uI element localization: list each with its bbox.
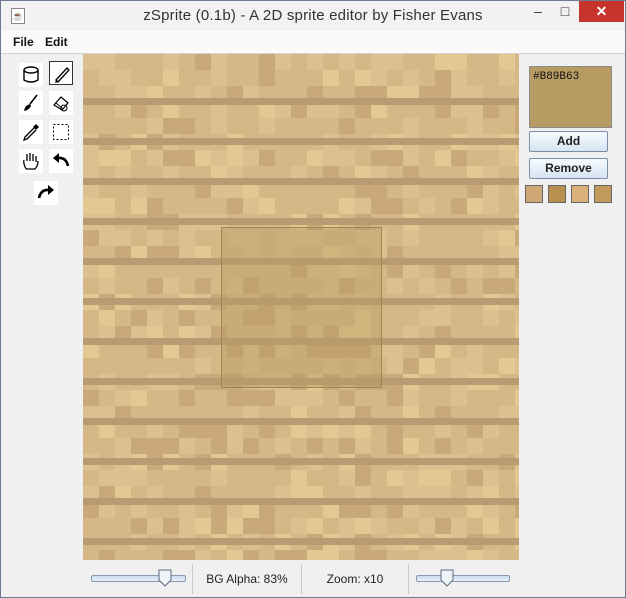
current-color-preview[interactable]: #B89B63	[529, 66, 612, 128]
pan-hand-icon	[23, 153, 39, 170]
status-bar: BG Alpha: 83% Zoom: x10	[1, 560, 625, 597]
undo-tool[interactable]	[49, 149, 73, 173]
zoom-slider[interactable]	[416, 569, 510, 589]
fill-bucket-icon	[23, 66, 39, 83]
sprite-canvas[interactable]	[83, 54, 519, 560]
menu-bar: File Edit	[1, 31, 625, 54]
color-panel: #B89B63 Add Remove	[519, 54, 625, 560]
eraser-icon	[53, 96, 69, 112]
close-button[interactable]: ✕	[579, 1, 624, 22]
selection-icon	[53, 124, 69, 140]
minimize-button[interactable]: –	[525, 1, 551, 22]
eraser-tool[interactable]	[49, 91, 73, 115]
toolbox	[9, 56, 83, 561]
fill-bucket-tool[interactable]	[19, 63, 43, 87]
selection-tool[interactable]	[49, 120, 73, 144]
pan-hand-tool[interactable]	[19, 149, 43, 173]
brush-tool[interactable]	[19, 91, 43, 115]
undo-icon	[53, 153, 70, 167]
wood-plank-texture	[83, 54, 519, 560]
palette-swatch[interactable]	[525, 185, 543, 203]
brush-icon	[24, 94, 38, 111]
palette-swatch[interactable]	[548, 185, 566, 203]
selection-region	[221, 227, 381, 387]
current-color-hex: #B89B63	[533, 71, 580, 83]
zoom-slider-thumb[interactable]	[440, 569, 454, 587]
eyedropper-icon	[22, 124, 39, 142]
bg-alpha-label: BG Alpha: 83%	[192, 564, 302, 594]
add-color-button[interactable]: Add	[529, 131, 608, 152]
redo-tool[interactable]	[34, 181, 58, 205]
bg-alpha-slider[interactable]	[91, 569, 186, 589]
zoom-slider-track	[416, 575, 510, 582]
maximize-button[interactable]: □	[552, 1, 578, 22]
title-bar[interactable]: ☕ zSprite (0.1b) - A 2D sprite editor by…	[1, 1, 625, 31]
menu-edit[interactable]: Edit	[45, 35, 68, 49]
palette-swatch[interactable]	[571, 185, 589, 203]
palette-swatch[interactable]	[594, 185, 612, 203]
pencil-tool[interactable]	[49, 61, 73, 85]
bg-alpha-slider-thumb[interactable]	[158, 569, 172, 587]
eyedropper-tool[interactable]	[19, 120, 43, 144]
redo-icon	[37, 185, 54, 199]
zoom-label: Zoom: x10	[302, 564, 409, 594]
app-window: ☕ zSprite (0.1b) - A 2D sprite editor by…	[0, 0, 626, 598]
remove-color-button[interactable]: Remove	[529, 158, 608, 179]
menu-file[interactable]: File	[13, 35, 34, 49]
pencil-icon	[55, 67, 70, 83]
